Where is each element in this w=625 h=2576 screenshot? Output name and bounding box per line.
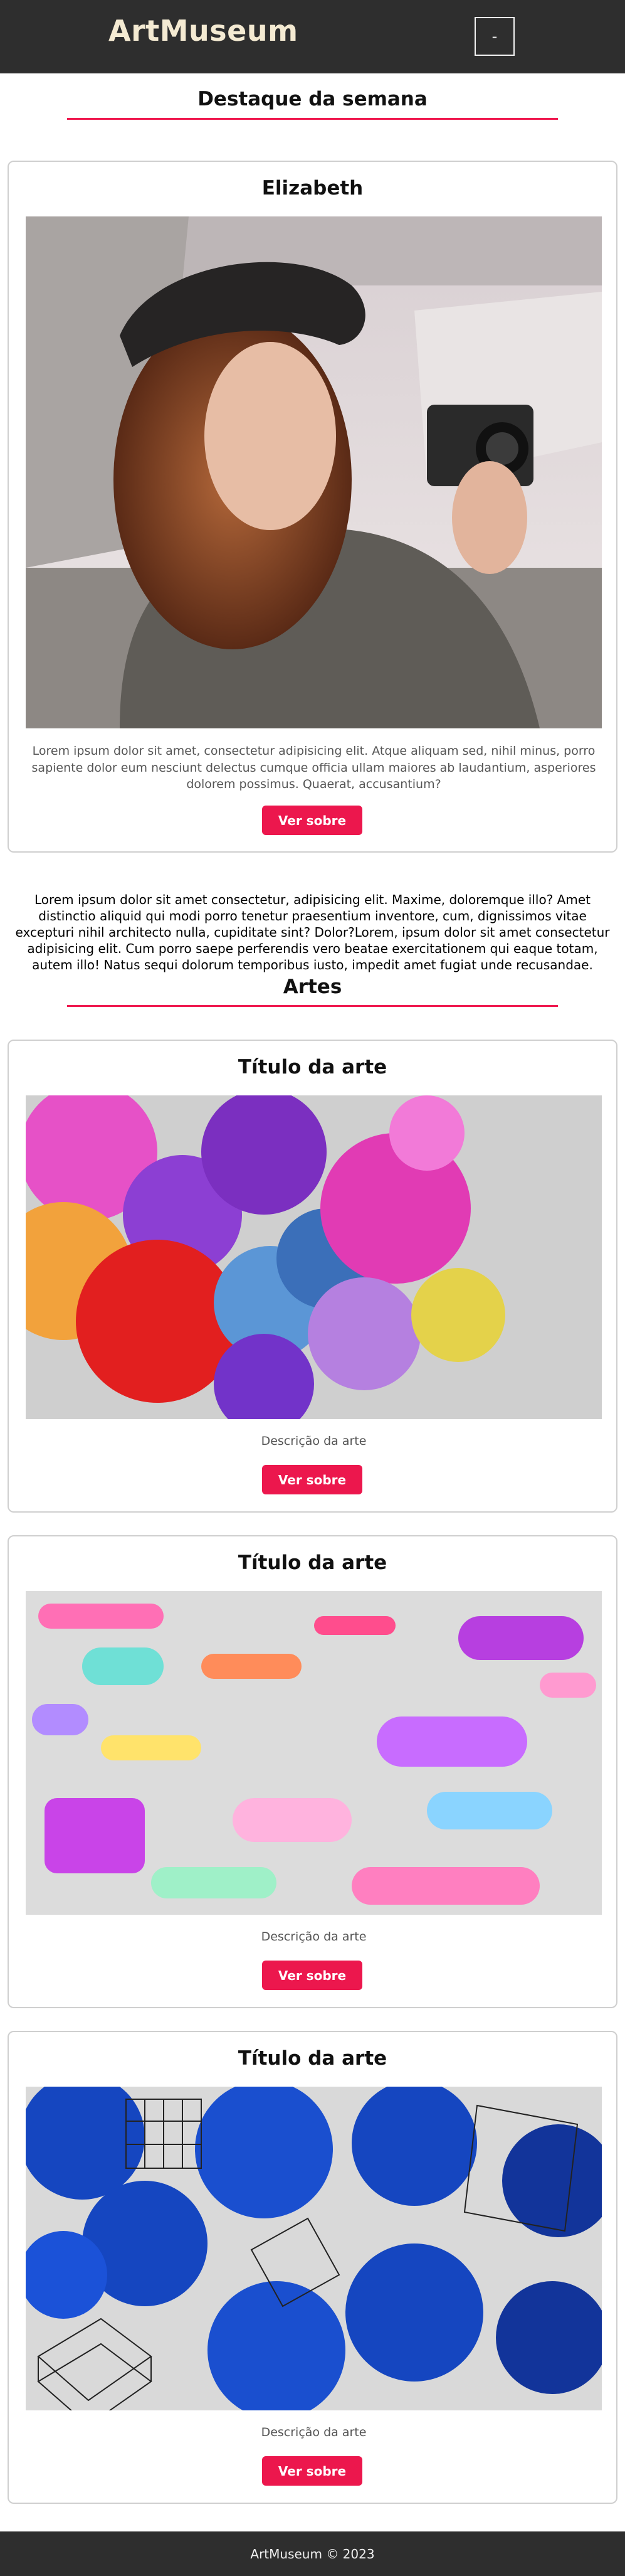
featured-card-title: Elizabeth: [261, 177, 364, 200]
featured-card-image: [26, 216, 602, 728]
top-navbar: ArtMuseum -: [0, 0, 625, 73]
featured-card: Elizabeth Lorem ipsum dolor sit amet, co…: [8, 161, 617, 853]
art-card-title: Título da arte: [238, 2047, 387, 2070]
featured-card-text: Lorem ipsum dolor sit amet, consectetur …: [31, 744, 596, 792]
featured-heading: Destaque da semana: [197, 88, 428, 110]
art-card-image: [26, 2087, 602, 2410]
art-card-title: Título da arte: [238, 1551, 387, 1574]
art-card-image: [26, 1095, 602, 1419]
art-card-image: [26, 1591, 602, 1915]
art-ver-sobre-button[interactable]: Ver sobre: [262, 2456, 362, 2486]
art-card-title: Título da arte: [238, 1056, 387, 1078]
intro-paragraph: Lorem ipsum dolor sit amet consectetur, …: [15, 892, 610, 972]
featured-heading-underline: [67, 118, 558, 120]
portrait-illustration: [26, 216, 602, 728]
brand-logo[interactable]: ArtMuseum: [108, 14, 298, 48]
art-card-description: Descrição da arte: [261, 1434, 367, 1448]
art-card: Título da arte Descrição da arte Ver sob…: [8, 1040, 617, 1513]
blobs-illustration: [26, 1095, 602, 1419]
footer-copyright: ArtMuseum © 2023: [250, 2546, 375, 2562]
menu-toggle-button[interactable]: -: [475, 17, 515, 56]
art-card: Título da arte Descrição da arte Ver sob…: [8, 2031, 617, 2504]
footer: ArtMuseum © 2023: [0, 2531, 625, 2576]
arts-heading: Artes: [283, 976, 342, 998]
art-ver-sobre-button[interactable]: Ver sobre: [262, 1465, 362, 1494]
arts-heading-underline: [67, 1005, 558, 1007]
art-ver-sobre-button[interactable]: Ver sobre: [262, 1961, 362, 1990]
art-card-description: Descrição da arte: [261, 1930, 367, 1944]
featured-ver-sobre-button[interactable]: Ver sobre: [262, 806, 362, 835]
art-card-description: Descrição da arte: [261, 2425, 367, 2439]
blue-shapes-illustration: [26, 2087, 602, 2410]
art-card: Título da arte Descrição da arte Ver sob…: [8, 1535, 617, 2008]
spirals-illustration: [26, 1591, 602, 1915]
